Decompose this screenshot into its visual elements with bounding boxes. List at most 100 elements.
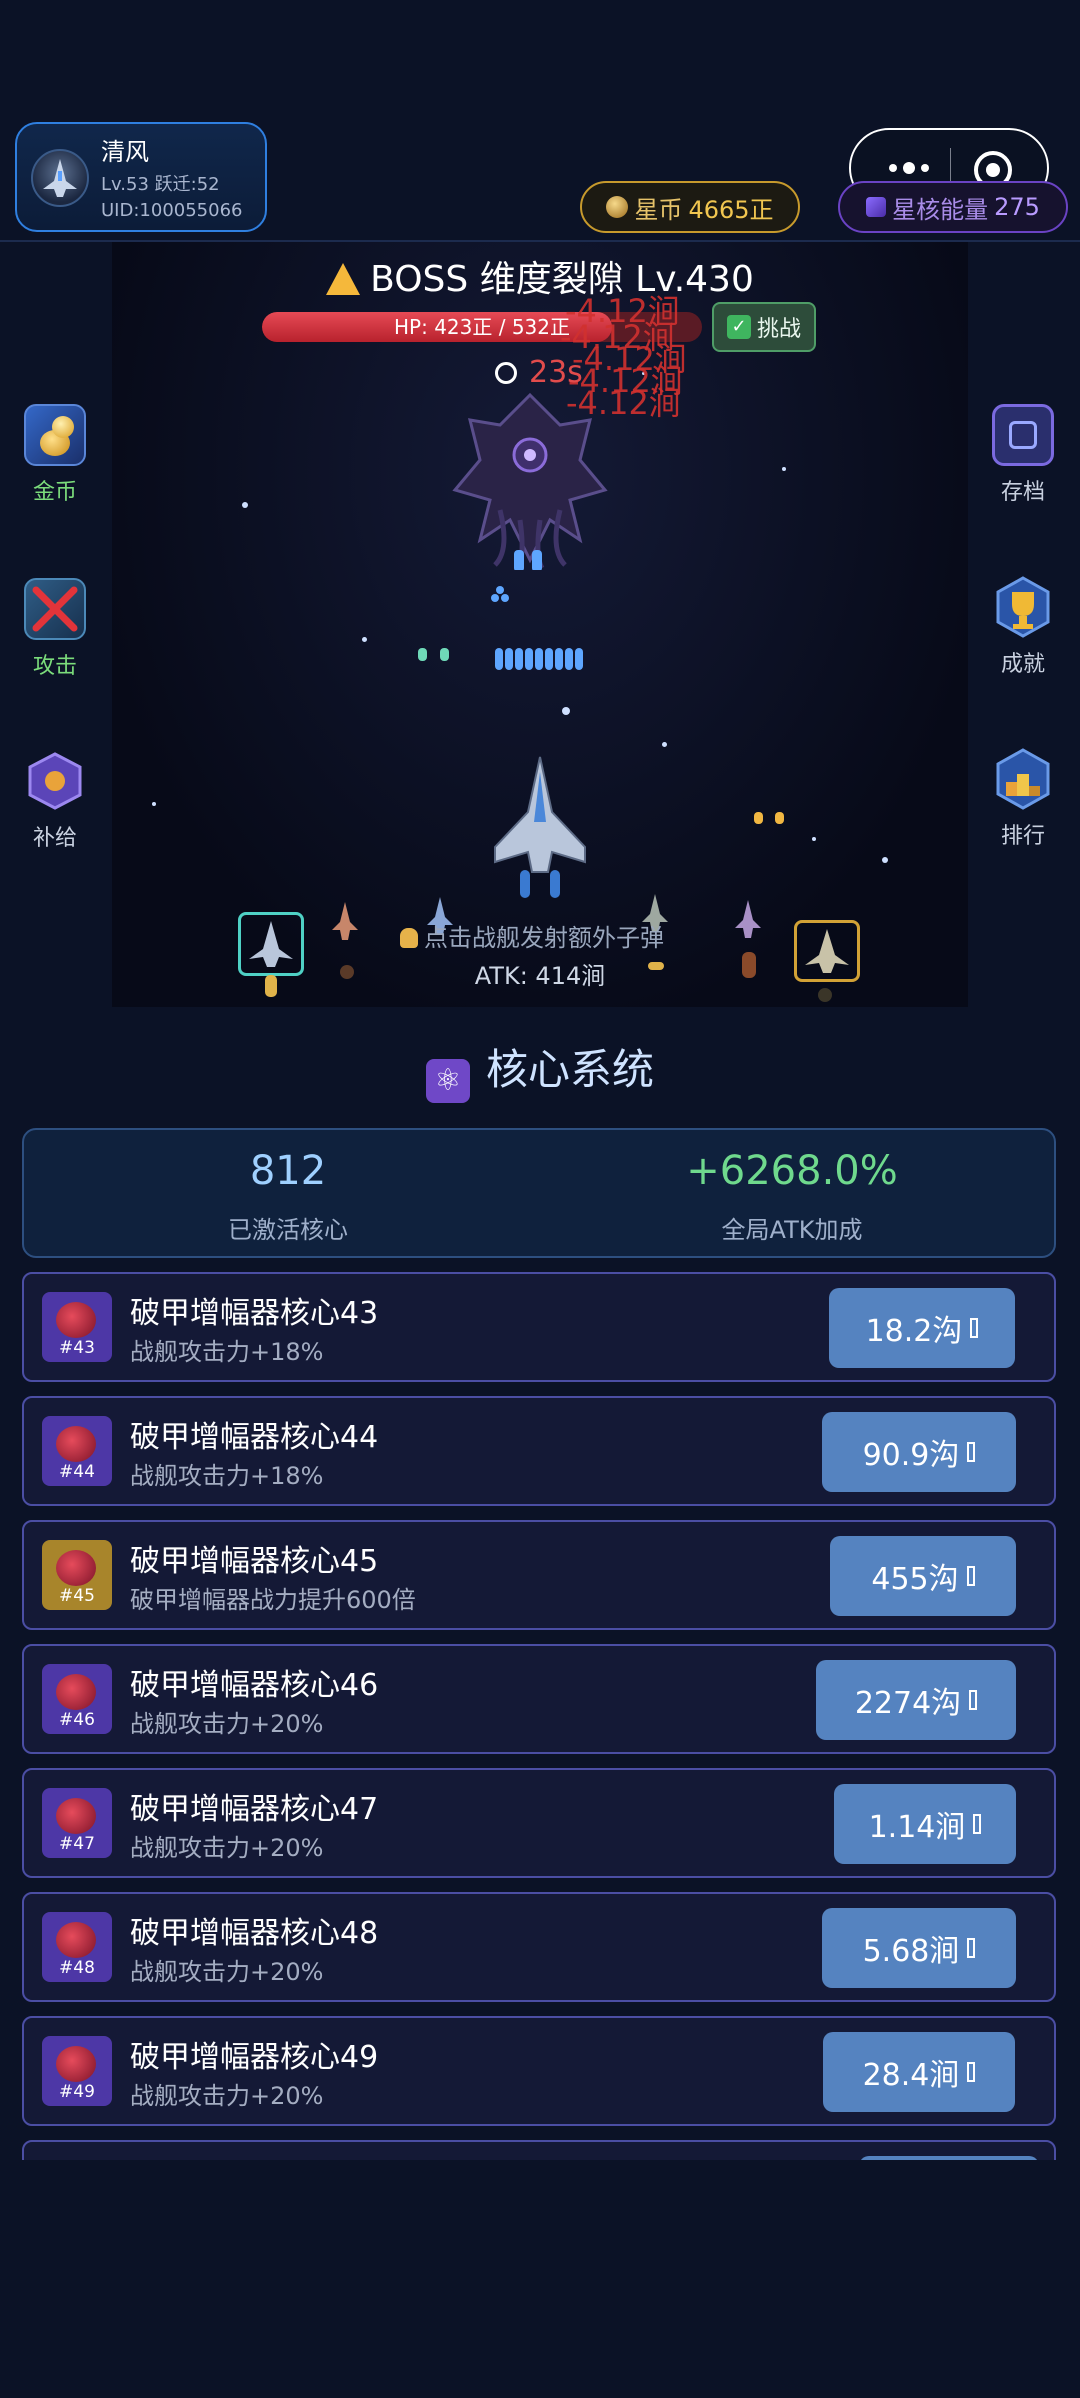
currency-glyph-icon: [967, 2062, 976, 2082]
side-menu-save[interactable]: 存档: [968, 404, 1078, 506]
buy-core-button[interactable]: 2274沟: [816, 1660, 1016, 1740]
bullet: [545, 648, 553, 670]
buy-core-button[interactable]: [859, 2156, 1039, 2160]
supply-crate-icon: [24, 750, 86, 812]
pointing-hand-icon: [400, 928, 418, 948]
core-gem-icon: [56, 2046, 96, 2082]
core-tag: #49: [59, 2082, 95, 2102]
bullet: [555, 648, 563, 670]
player-level: Lv.53 跃迁:52: [101, 174, 220, 195]
bullet: [515, 648, 523, 670]
player-battleship[interactable]: [490, 752, 590, 902]
boss-monster[interactable]: [440, 390, 620, 570]
core-gem-icon: [56, 1426, 96, 1462]
player-card[interactable]: 清风 Lv.53 跃迁:52 UID:100055066: [15, 122, 267, 232]
armor-core-icon: #44: [42, 1416, 112, 1486]
crossed-swords-icon: [24, 578, 86, 640]
stopwatch-icon: [495, 362, 517, 384]
more-dot-icon: [921, 164, 929, 172]
side-menu-achievement-label: 成就: [1000, 652, 1045, 677]
price-label: 1.14涧: [868, 1810, 966, 1845]
ally-ship[interactable]: [733, 898, 763, 948]
core-name: 破甲增幅器核心46: [130, 1668, 379, 1703]
boss-timer: 23s: [495, 355, 583, 390]
coin-value: 4665正: [688, 195, 774, 224]
ally-ship-slot-selected[interactable]: [238, 912, 304, 976]
energy-label: 星核能量: [892, 195, 989, 224]
core-gem-icon: [56, 1922, 96, 1958]
energy-value: 275: [994, 193, 1040, 221]
bullet-stream: [495, 648, 590, 670]
tap-hint-text: 点击战舰发射额外子弹: [424, 924, 664, 952]
checkmark-icon: ✓: [726, 315, 751, 339]
side-menu-save-label: 存档: [1000, 480, 1045, 505]
side-menu-supply[interactable]: 补给: [0, 750, 110, 852]
buy-core-button[interactable]: 28.4涧: [823, 2032, 1015, 2112]
bullet: [775, 812, 784, 824]
buy-core-button[interactable]: 5.68涧: [822, 1908, 1016, 1988]
core-stats-panel: 812 已激活核心 +6268.0% 全局ATK加成: [22, 1128, 1056, 1258]
player-avatar: [31, 149, 89, 207]
side-menu-gold-label: 金币: [32, 480, 77, 505]
core-name: 破甲增幅器核心43: [130, 1296, 379, 1331]
warning-icon: [326, 263, 361, 295]
bullet-cluster: [491, 586, 509, 602]
boss-title: BOSS 维度裂隙 Lv.430: [320, 250, 760, 302]
core-name: 破甲增幅器核心44: [130, 1420, 379, 1455]
core-gem-icon: [56, 1302, 96, 1338]
price-label: 2274沟: [854, 1686, 962, 1721]
currency-glyph-icon: [967, 1442, 976, 1462]
price-label: 455沟: [871, 1562, 959, 1597]
coin-label: 星币: [634, 195, 683, 224]
star-core-icon: [866, 197, 887, 217]
podium-icon: [992, 748, 1054, 810]
core-item: #44 破甲增幅器核心44 战舰攻击力+18% 90.9沟: [22, 1396, 1056, 1506]
star: [362, 637, 367, 642]
armor-core-icon: #49: [42, 2036, 112, 2106]
core-list[interactable]: #43 破甲增幅器核心43 战舰攻击力+18% 18.2沟 #44 破甲增幅器核心44 战舰…: [0, 1270, 1080, 2160]
buy-core-button[interactable]: 455沟: [830, 1536, 1016, 1616]
star: [152, 802, 156, 806]
price-label: 18.2沟: [865, 1314, 963, 1349]
ally-ship-slot[interactable]: [794, 920, 860, 982]
buy-core-button[interactable]: 18.2沟: [829, 1288, 1015, 1368]
ally-ship[interactable]: [330, 900, 360, 950]
currency-glyph-icon: [973, 1814, 982, 1834]
more-dot-icon: [889, 164, 897, 172]
armor-core-icon: #47: [42, 1788, 112, 1858]
armor-core-icon: #45: [42, 1540, 112, 1610]
armor-core-icon: #43: [42, 1292, 112, 1362]
core-description: 破甲增幅器战力提升600倍: [130, 1586, 416, 1614]
armor-core-icon: #46: [42, 1664, 112, 1734]
tap-hint: 点击战舰发射额外子弹: [400, 918, 664, 953]
activated-label: 已激活核心: [228, 1216, 348, 1244]
core-tag: #48: [59, 1958, 95, 1978]
core-description: 战舰攻击力+20%: [130, 1834, 324, 1862]
core-tag: #43: [59, 1338, 95, 1358]
core-name: 破甲增幅器核心49: [130, 2040, 379, 2075]
core-description: 战舰攻击力+18%: [130, 1338, 324, 1366]
bullet: [495, 648, 503, 670]
side-menu-attack[interactable]: 攻击: [0, 578, 110, 680]
ally-thruster: [818, 988, 832, 1002]
core-gem-icon: [56, 1674, 96, 1710]
side-menu-gold[interactable]: 金币: [0, 404, 110, 506]
challenge-label: 挑战: [756, 317, 801, 342]
more-dot-icon: [903, 162, 915, 174]
core-item: #43 破甲增幅器核心43 战舰攻击力+18% 18.2沟: [22, 1272, 1056, 1382]
challenge-button[interactable]: ✓ 挑战: [712, 302, 816, 352]
star: [782, 467, 786, 471]
star: [562, 707, 570, 715]
boss-title-text: BOSS 维度裂隙 Lv.430: [370, 259, 754, 300]
buy-core-button[interactable]: 1.14涧: [834, 1784, 1016, 1864]
bullet: [505, 648, 513, 670]
side-menu-ranking[interactable]: 排行: [968, 748, 1078, 850]
side-menu-achievement[interactable]: 成就: [968, 576, 1078, 678]
core-item-partial: [22, 2140, 1056, 2160]
core-name: 破甲增幅器核心45: [130, 1544, 379, 1579]
activated-count: 812: [249, 1148, 327, 1194]
core-tag: #45: [59, 1586, 95, 1606]
bullet: [565, 648, 573, 670]
buy-core-button[interactable]: 90.9沟: [822, 1412, 1016, 1492]
currency-glyph-icon: [966, 1566, 975, 1586]
